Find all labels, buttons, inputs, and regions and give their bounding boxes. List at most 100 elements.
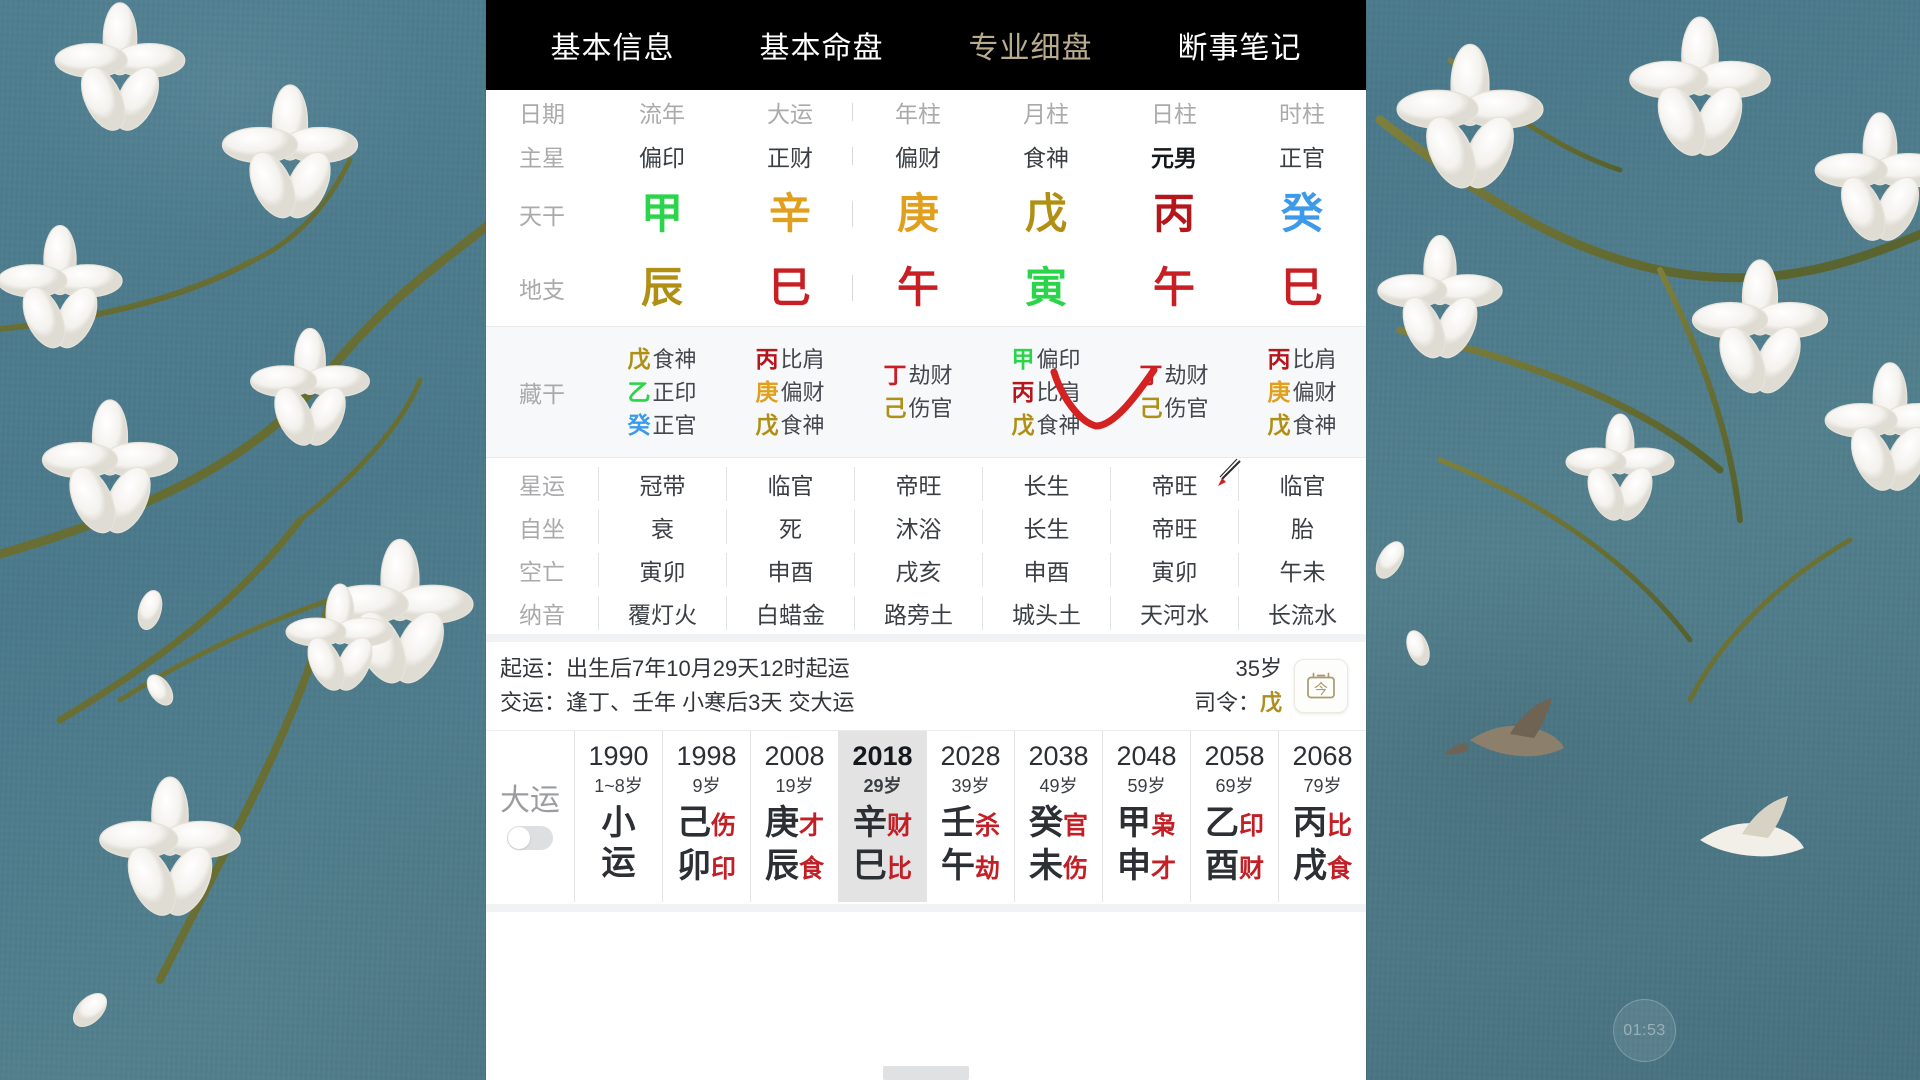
nayin-day: 天河水 — [1110, 595, 1238, 630]
hidden-stem-entry: 丙比肩 — [726, 343, 854, 376]
jiaoyun-value: 逢丁、壬年 小寒后3天 交大运 — [566, 690, 855, 715]
dayun-char: 壬 — [940, 804, 975, 842]
self-sit-dayun: 死 — [726, 509, 854, 544]
hidden-stem-relation: 比肩 — [780, 346, 825, 372]
hidden-stem-char: 庚 — [1267, 378, 1291, 405]
hidden-stem-entry: 丙比肩 — [982, 376, 1110, 409]
dayun-age: 79岁 — [1303, 776, 1342, 796]
dayun-age: 49岁 — [1039, 776, 1078, 796]
siling-value: 戊 — [1259, 690, 1282, 715]
dayun-pillar: 癸官 未伤 — [1029, 803, 1088, 889]
dayun-branch-line: 午劫 — [941, 846, 1000, 889]
main-star-hour: 正官 — [1279, 145, 1325, 171]
dayun-pillar: 辛财 巳比 — [853, 803, 912, 889]
siling-line: 司令：戊 — [1194, 686, 1282, 720]
dayun-column[interactable]: 2038 49岁 癸官 未伤 — [1014, 731, 1102, 902]
dayun-column[interactable]: 2058 69岁 乙印 酉财 — [1190, 731, 1278, 902]
today-calendar-icon[interactable]: 今 — [1294, 659, 1348, 713]
branch-year[interactable]: 午 — [852, 267, 982, 309]
branch-liunian[interactable]: 辰 — [598, 267, 726, 309]
dayun-stem-line: 庚才 — [765, 803, 824, 846]
nayin-row: 纳音 覆灯火 白蜡金 路旁土 城头土 天河水 长流水 — [486, 591, 1366, 634]
hidden-stem-relation: 比肩 — [1292, 346, 1337, 372]
panel-footer-divider — [486, 904, 1366, 912]
nayin-hour: 长流水 — [1238, 595, 1366, 630]
hidden-stem-char: 丙 — [755, 345, 779, 372]
dayun-stem-line: 小 — [602, 803, 636, 843]
dayun-label-text: 大运 — [500, 783, 560, 817]
self-sit-hour: 胎 — [1238, 509, 1366, 544]
stem-day[interactable]: 丙 — [1110, 193, 1238, 235]
row-label-nayin: 纳音 — [519, 601, 565, 628]
hidden-stem-entry: 癸正官 — [598, 409, 726, 442]
hidden-stem-char: 癸 — [627, 411, 651, 438]
hidden-stems-hour: 丙比肩 庚偏财 戊食神 — [1238, 343, 1366, 442]
dayun-pillar: 小运 — [602, 803, 636, 883]
hidden-stem-relation: 偏印 — [1036, 346, 1081, 372]
dayun-column[interactable]: 2008 19岁 庚才 辰食 — [750, 731, 838, 902]
dayun-age: 39岁 — [951, 776, 990, 796]
top-tabbar: 基本信息 基本命盘 专业细盘 断事笔记 — [486, 0, 1366, 90]
main-star-row: 主星 偏印 正财 偏财 食神 元男 正官 — [486, 134, 1366, 178]
void-day: 寅卯 — [1110, 552, 1238, 587]
dayun-ten-god: 食 — [1326, 855, 1352, 883]
stem-month[interactable]: 戊 — [982, 193, 1110, 235]
tab-basic-chart[interactable]: 基本命盘 — [760, 23, 884, 67]
stem-liunian[interactable]: 甲 — [598, 193, 726, 235]
row-label-void: 空亡 — [519, 558, 565, 585]
hidden-stem-entry: 己伤官 — [1110, 392, 1238, 425]
branch-dayun[interactable]: 巳 — [726, 267, 854, 309]
dayun-column[interactable]: 1990 1~8岁小运 — [574, 731, 662, 902]
hidden-stem-char: 乙 — [627, 378, 651, 405]
luck-info-text-block: 起运：出生后7年10月29天12时起运 交运：逢丁、壬年 小寒后3天 交大运 — [500, 652, 1194, 720]
row-label-earthly-branch: 地支 — [519, 277, 565, 303]
dayun-column[interactable]: 1998 9岁 己伤 卯印 — [662, 731, 750, 902]
dayun-column[interactable]: 2068 79岁 丙比 戌食 — [1278, 731, 1366, 902]
screen-timer-bubble: 01:53 — [1613, 999, 1676, 1062]
dayun-year: 2068 — [1292, 741, 1353, 771]
branch-hour[interactable]: 巳 — [1238, 267, 1366, 309]
branch-month[interactable]: 寅 — [982, 267, 1110, 309]
hidden-stem-char: 己 — [883, 395, 907, 421]
stem-dayun[interactable]: 辛 — [726, 193, 854, 235]
hidden-stem-relation: 劫财 — [908, 363, 953, 388]
hidden-stem-relation: 偏财 — [780, 379, 825, 405]
header-dayun: 大运 — [767, 101, 813, 127]
dayun-char: 乙 — [1204, 804, 1239, 842]
hidden-stems-day: 丁劫财 己伤官 — [1110, 359, 1238, 425]
luck-start-info-bar: 起运：出生后7年10月29天12时起运 交运：逢丁、壬年 小寒后3天 交大运 3… — [486, 634, 1366, 730]
dayun-column[interactable]: 2048 59岁 甲枭 申才 — [1102, 731, 1190, 902]
hidden-stem-char: 庚 — [755, 378, 779, 405]
dayun-pillar: 壬杀 午劫 — [941, 803, 1000, 889]
hidden-stem-relation: 伤官 — [1164, 396, 1209, 421]
tab-pro-chart[interactable]: 专业细盘 — [969, 23, 1093, 67]
star-luck-liunian: 冠带 — [598, 466, 726, 501]
bottom-scroll-indicator[interactable] — [883, 1066, 969, 1080]
header-hour-pillar: 时柱 — [1279, 101, 1325, 127]
dayun-pillar: 庚才 辰食 — [765, 803, 824, 889]
dayun-column[interactable]: 2028 39岁 壬杀 午劫 — [926, 731, 1014, 902]
star-luck-day: 帝旺 — [1110, 466, 1238, 501]
tab-basic-info[interactable]: 基本信息 — [551, 23, 675, 67]
hidden-stem-char: 丁 — [1139, 362, 1163, 388]
hidden-stem-relation: 伤官 — [908, 396, 953, 421]
main-star-month: 食神 — [1023, 145, 1069, 171]
void-month: 申酉 — [982, 552, 1110, 587]
stem-hour[interactable]: 癸 — [1238, 193, 1366, 235]
nayin-liunian: 覆灯火 — [598, 595, 726, 630]
tab-notes[interactable]: 断事笔记 — [1178, 23, 1302, 67]
dayun-branch-line: 戌食 — [1293, 846, 1352, 889]
luck-info-right-block: 35岁 司令：戊 — [1194, 652, 1282, 720]
current-age: 35岁 — [1235, 656, 1282, 681]
void-hour: 午未 — [1238, 552, 1366, 587]
dayun-char: 辛 — [852, 804, 887, 842]
dayun-column[interactable]: 2018 29岁 辛财 巳比 — [838, 731, 926, 902]
dayun-char: 未 — [1028, 847, 1063, 885]
dayun-char: 酉 — [1204, 847, 1239, 885]
branch-day[interactable]: 午 — [1110, 267, 1238, 309]
nayin-year: 路旁土 — [854, 595, 982, 630]
dayun-toggle-switch[interactable] — [507, 825, 553, 850]
dayun-char: 巳 — [852, 847, 887, 885]
void-row: 空亡 寅卯 申酉 戌亥 申酉 寅卯 午未 — [486, 548, 1366, 591]
stem-year[interactable]: 庚 — [852, 193, 982, 235]
